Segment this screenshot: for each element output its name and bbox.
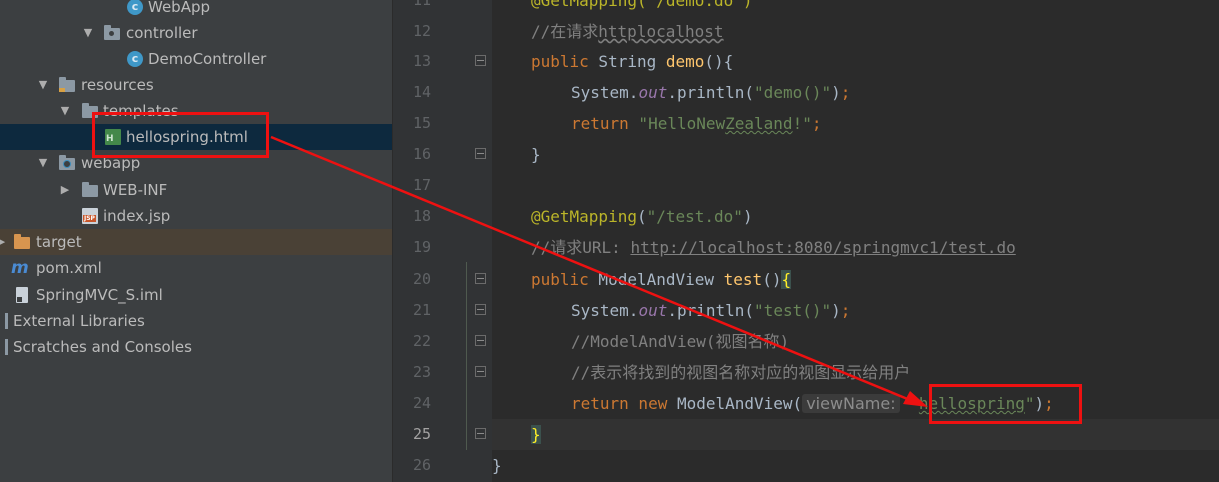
line-number: 17	[412, 176, 431, 194]
line-number: 15	[412, 114, 431, 132]
class-icon	[127, 0, 143, 15]
tree-item-label: controller	[126, 24, 198, 42]
tree-item-label: DemoController	[148, 50, 267, 68]
chevron-down-icon[interactable]: ▼	[58, 98, 72, 124]
matched-brace: {	[781, 270, 792, 289]
tree-item-index-jsp[interactable]: index.jsp	[0, 203, 392, 229]
tree-item-label: pom.xml	[36, 259, 102, 277]
code-line-25[interactable]: }	[531, 419, 541, 450]
line-number: 11	[412, 0, 431, 9]
tree-item-label: External Libraries	[13, 312, 145, 330]
scope-indicator-line	[466, 262, 467, 450]
tree-item-target[interactable]: ▶ target	[0, 229, 392, 255]
maven-icon: m	[11, 258, 29, 278]
tree-item-web-inf[interactable]: ▶ WEB-INF	[0, 177, 392, 203]
tree-item-label: WebApp	[148, 0, 211, 16]
tree-item-webapp-class[interactable]: WebApp	[0, 0, 392, 20]
tree-item-label: Scratches and Consoles	[13, 338, 192, 356]
fold-toggle-icon[interactable]	[475, 273, 486, 284]
code-line-11[interactable]: @GetMapping("/demo.do")	[531, 0, 753, 16]
tree-item-external-libraries[interactable]: External Libraries	[0, 308, 392, 334]
code-line-14[interactable]: System.out.println("demo()");	[571, 77, 850, 108]
chevron-down-icon[interactable]: ▼	[36, 72, 50, 98]
class-icon	[127, 51, 143, 67]
code-editor[interactable]: @GetMapping("/demo.do") //在请求httplocalho…	[466, 0, 1219, 482]
tree-item-controller[interactable]: ▼ controller	[0, 20, 392, 46]
fold-toggle-icon[interactable]	[475, 366, 486, 377]
chevron-down-icon[interactable]: ▼	[81, 20, 95, 46]
url-link[interactable]: http://localhost:8080/springmvc1/test.do	[630, 238, 1015, 257]
tree-item-label: target	[36, 233, 82, 251]
library-icon	[5, 313, 8, 329]
tree-item-pom-xml[interactable]: m pom.xml	[0, 255, 392, 281]
code-line-22[interactable]: //ModelAndView(视图名称)	[571, 326, 789, 357]
code-line-18[interactable]: @GetMapping("/test.do")	[531, 201, 753, 232]
code-line-15[interactable]: return "HelloNewZealand!";	[571, 108, 821, 139]
code-line-13[interactable]: public String demo(){	[531, 46, 733, 77]
line-number: 23	[412, 363, 431, 381]
fold-toggle-icon[interactable]	[475, 304, 486, 315]
fold-toggle-icon[interactable]	[475, 428, 486, 439]
code-line-23[interactable]: //表示将找到的视图名称对应的视图显示给用户	[571, 357, 910, 388]
line-number: 13	[412, 52, 431, 70]
code-line-16[interactable]: }	[531, 139, 541, 170]
line-number: 18	[412, 207, 431, 225]
matched-brace: }	[531, 425, 541, 444]
tree-item-label: WEB-INF	[103, 181, 168, 199]
line-number: 12	[412, 22, 431, 40]
parameter-hint: viewName:	[802, 394, 900, 413]
tree-item-iml[interactable]: SpringMVC_S.iml	[0, 282, 392, 308]
annotation-highlight-viewname	[929, 384, 1082, 424]
line-number-current: 25	[412, 425, 431, 443]
chevron-down-icon[interactable]: ▼	[36, 150, 50, 176]
chevron-right-icon[interactable]: ▶	[58, 177, 72, 203]
line-number: 24	[412, 394, 431, 412]
code-line-12[interactable]: //在请求httplocalhost	[531, 16, 724, 47]
chevron-right-icon[interactable]: ▶	[0, 229, 8, 255]
fold-toggle-icon[interactable]	[475, 148, 486, 159]
excluded-folder-icon	[14, 234, 30, 249]
line-number: 16	[412, 145, 431, 163]
fold-toggle-icon[interactable]	[475, 55, 486, 66]
project-tree-panel: WebApp ▼ controller DemoController ▼ res…	[0, 0, 392, 482]
code-line-21[interactable]: System.out.println("test()");	[571, 295, 850, 326]
annotation-highlight-file	[92, 112, 269, 158]
line-number: 26	[412, 456, 431, 474]
scratches-icon	[5, 339, 8, 355]
code-line-26[interactable]: }	[492, 450, 502, 481]
line-number: 21	[412, 301, 431, 319]
tree-item-label: resources	[81, 76, 154, 94]
package-folder-icon	[104, 25, 120, 40]
line-number: 19	[412, 238, 431, 256]
web-folder-icon	[59, 155, 75, 170]
current-line-highlight	[492, 419, 1219, 450]
resources-folder-icon	[59, 77, 75, 92]
line-number: 20	[412, 270, 431, 288]
jsp-file-icon	[82, 208, 98, 224]
folder-icon	[82, 182, 98, 197]
editor-gutter[interactable]: 11 12 13 14 15 16 17 18 19 20 21 22 23 2…	[392, 0, 493, 482]
tree-item-democontroller[interactable]: DemoController	[0, 46, 392, 72]
tree-item-resources[interactable]: ▼ resources	[0, 72, 392, 98]
code-line-20[interactable]: public ModelAndView test(){	[531, 264, 792, 295]
line-number: 22	[412, 332, 431, 350]
code-line-19[interactable]: //请求URL: http://localhost:8080/springmvc…	[531, 232, 1016, 263]
tree-item-label: index.jsp	[103, 207, 171, 225]
tree-item-scratches[interactable]: Scratches and Consoles	[0, 334, 392, 360]
line-number: 14	[412, 83, 431, 101]
iml-file-icon	[16, 287, 28, 303]
fold-toggle-icon[interactable]	[475, 335, 486, 346]
tree-item-label: SpringMVC_S.iml	[36, 286, 163, 304]
